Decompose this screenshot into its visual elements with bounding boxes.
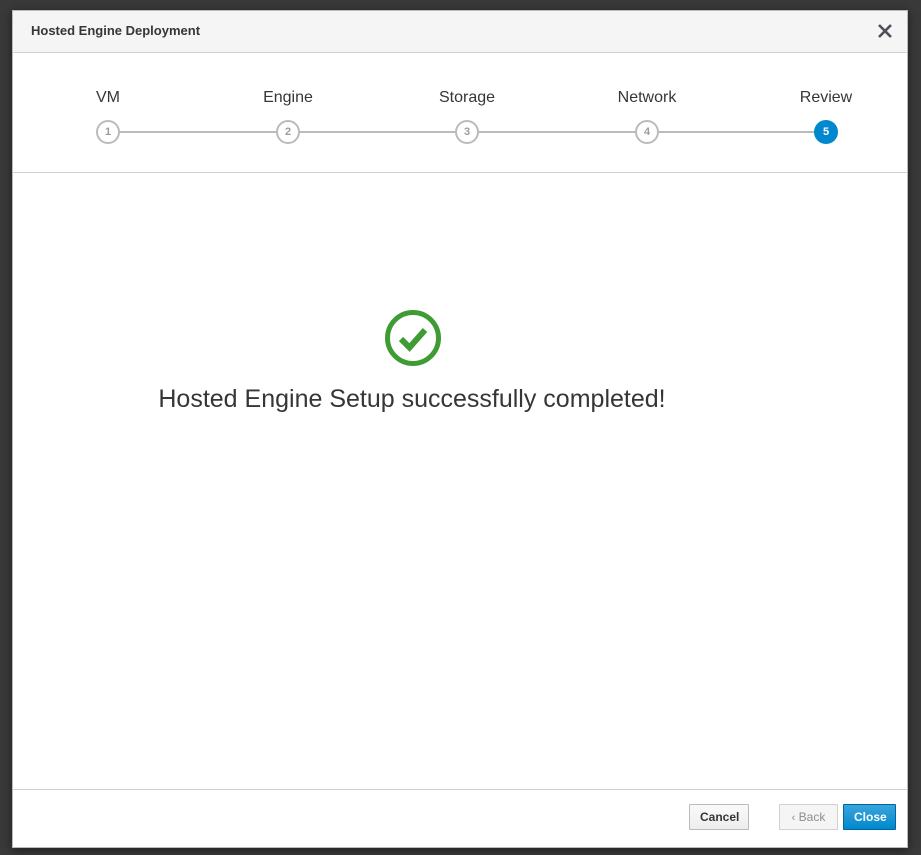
step-label: Storage xyxy=(438,89,496,106)
back-button-label: Back xyxy=(798,810,826,824)
step-number-active: 5 xyxy=(814,120,838,144)
step-storage[interactable]: Storage 3 xyxy=(407,53,527,153)
dialog-title: Hosted Engine Deployment xyxy=(31,23,201,38)
wizard-body: Hosted Engine Setup successfully complet… xyxy=(13,173,907,791)
dialog-header: Hosted Engine Deployment xyxy=(13,11,907,53)
step-label: VM xyxy=(96,89,120,106)
dialog-footer: Cancel ‹ Back Close xyxy=(13,789,907,847)
close-button[interactable]: Close xyxy=(843,804,896,830)
step-engine[interactable]: Engine 2 xyxy=(228,53,348,153)
check-circle-icon xyxy=(383,308,443,368)
wizard-steps: VM 1 Engine 2 Storage 3 Network 4 Review… xyxy=(13,53,907,173)
step-number: 2 xyxy=(276,120,300,144)
step-number: 4 xyxy=(635,120,659,144)
close-icon[interactable] xyxy=(875,21,895,41)
step-vm[interactable]: VM 1 xyxy=(48,53,168,153)
hosted-engine-dialog: Hosted Engine Deployment VM 1 Engine 2 S… xyxy=(12,10,908,848)
success-message: Hosted Engine Setup successfully complet… xyxy=(158,385,666,413)
step-label: Review xyxy=(799,89,853,106)
back-button[interactable]: ‹ Back xyxy=(779,804,838,830)
step-label: Network xyxy=(617,89,677,106)
step-number: 1 xyxy=(96,120,120,144)
chevron-left-icon: ‹ xyxy=(791,812,796,824)
cancel-button[interactable]: Cancel xyxy=(689,804,749,830)
step-network[interactable]: Network 4 xyxy=(587,53,707,153)
step-label: Engine xyxy=(263,89,313,106)
step-number: 3 xyxy=(455,120,479,144)
step-review[interactable]: Review 5 xyxy=(766,53,886,153)
